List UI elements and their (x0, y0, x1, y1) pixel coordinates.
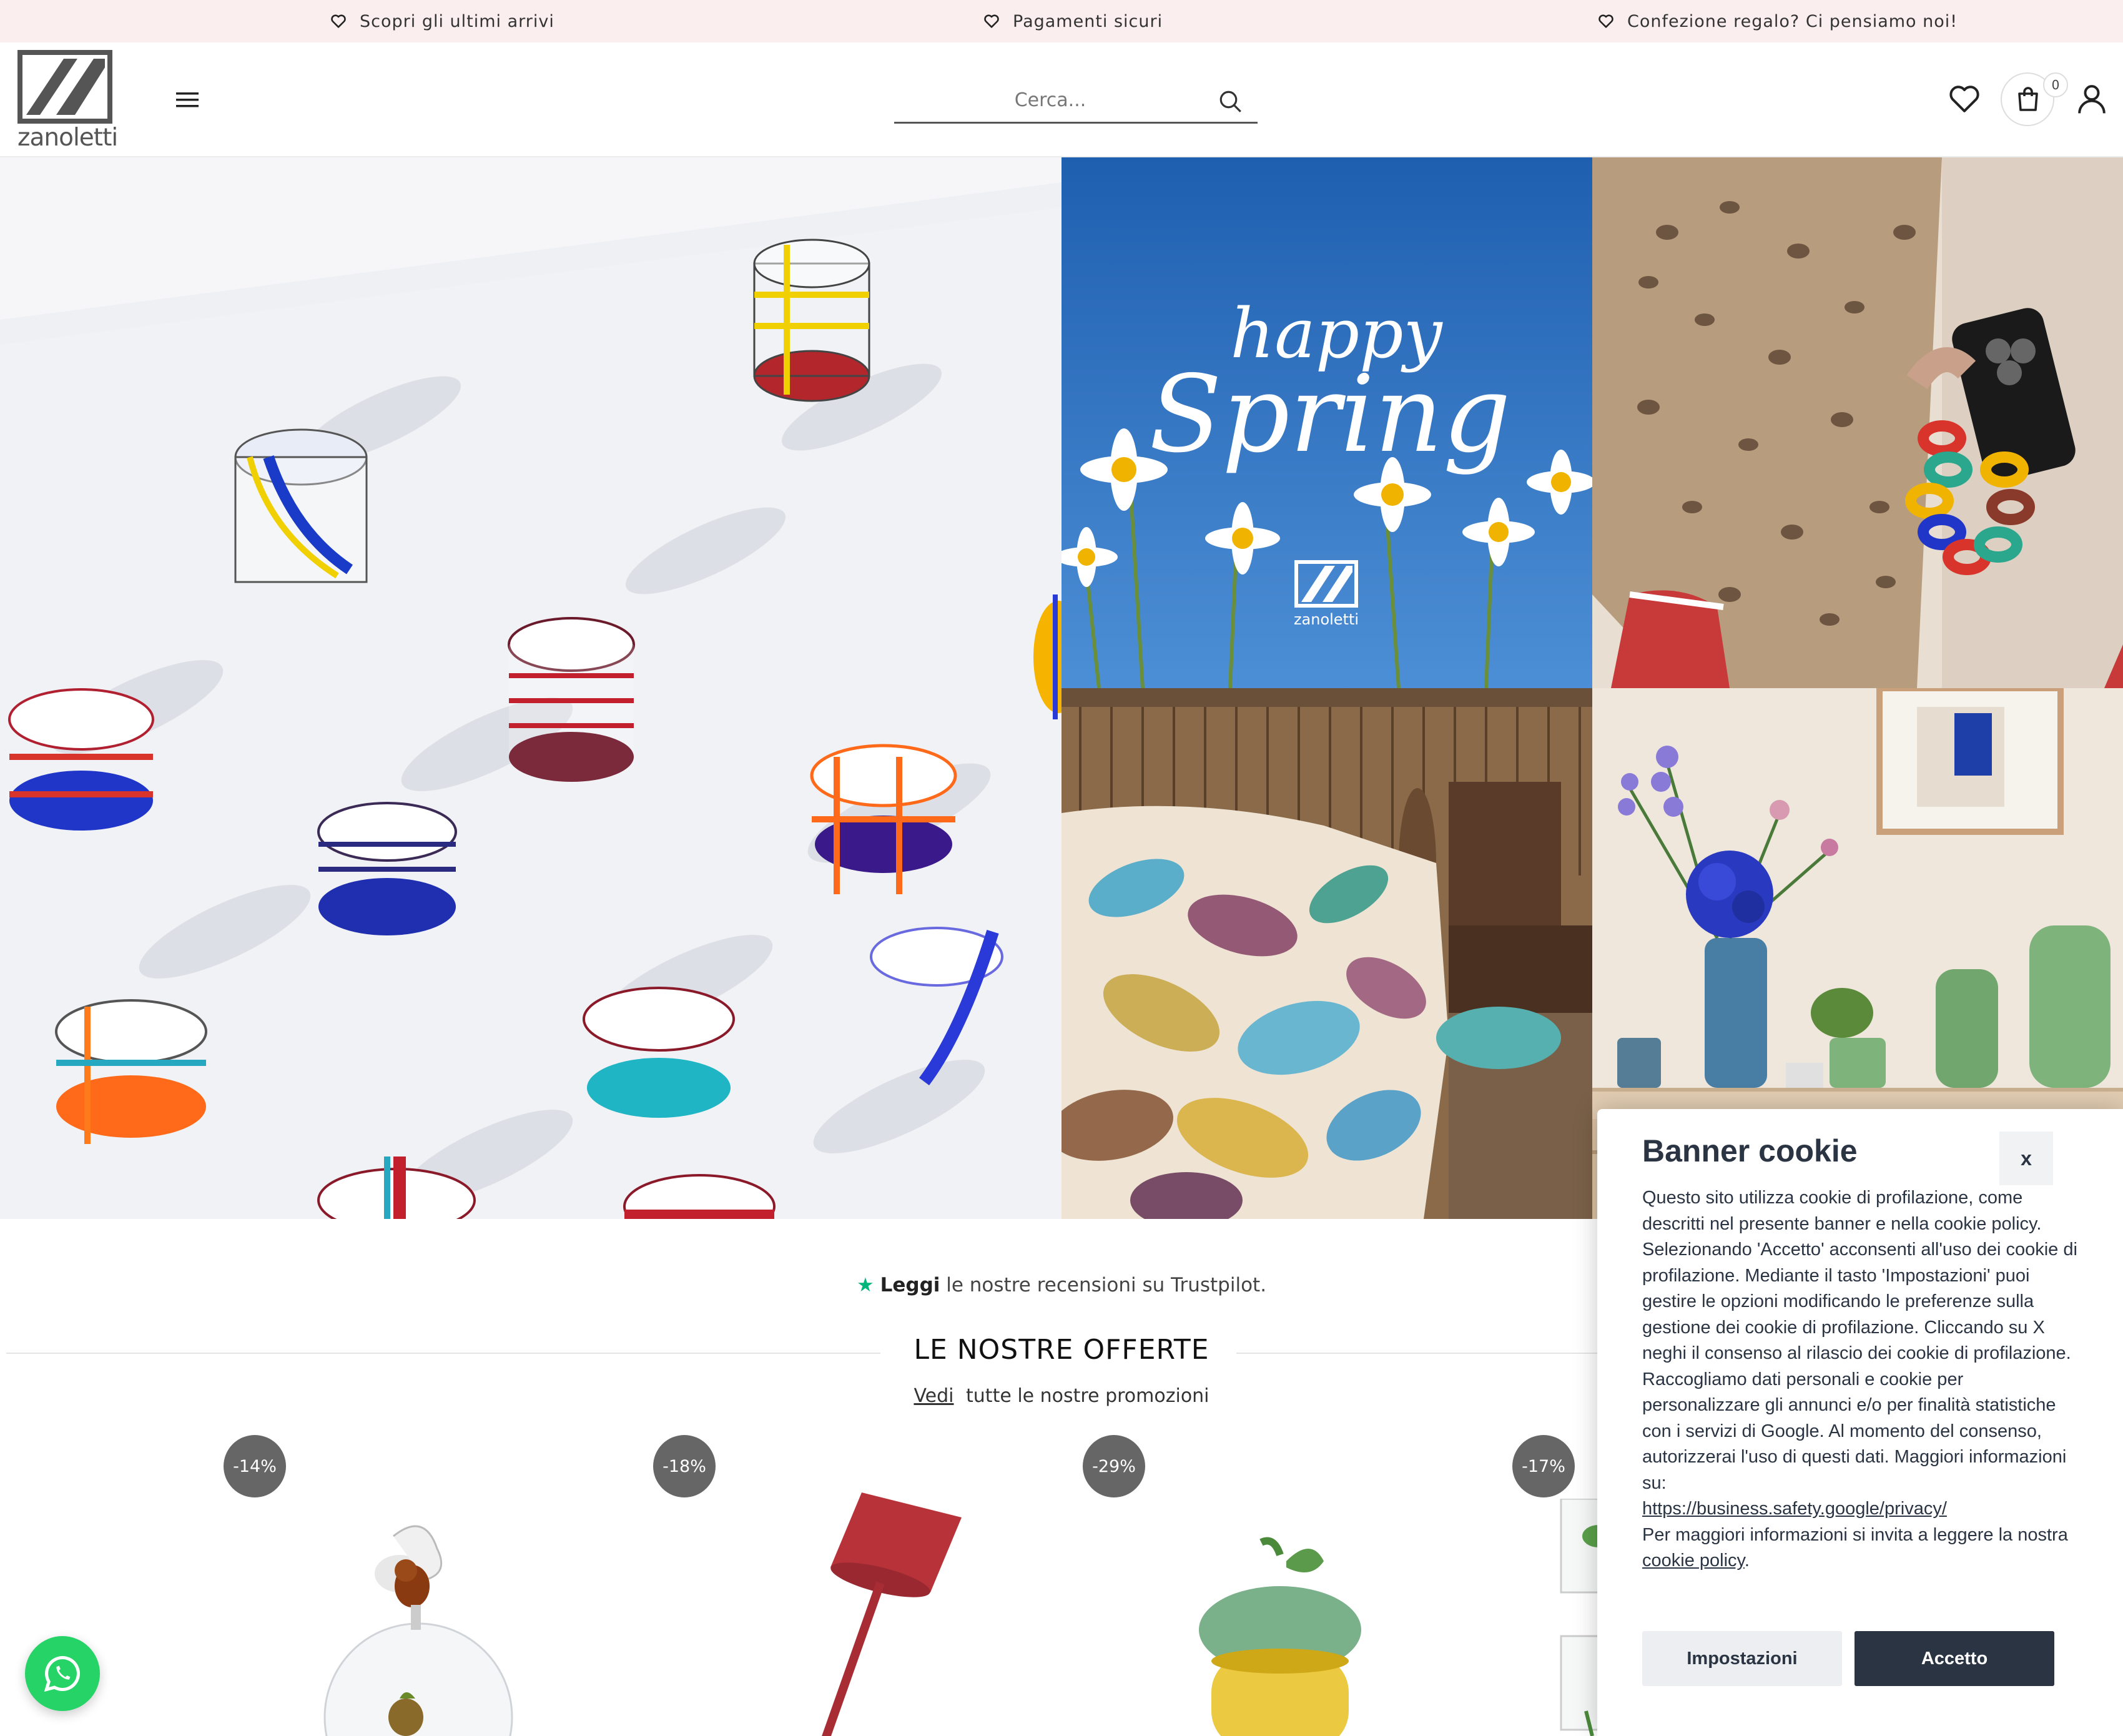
cookie-paragraph: Raccogliamo dati personali e cookie per … (1642, 1369, 2067, 1493)
announcement-bar: Scopri gli ultimi arrivi Pagamenti sicur… (0, 0, 2123, 42)
cookie-paragraph-text: Per maggiori informazioni si invita a le… (1642, 1524, 2068, 1545)
user-icon[interactable] (2074, 81, 2109, 116)
site-header: zanoletti 0 (0, 42, 2123, 157)
glass-acorn-jar-image (1199, 1537, 1361, 1736)
cookie-paragraph: Questo sito utilizza cookie di profilazi… (1642, 1188, 2077, 1363)
hero-tile-happy-spring[interactable]: happy Spring zanoletti (1062, 157, 1592, 688)
offers-section-title: LE NOSTRE OFFERTE (914, 1334, 1209, 1366)
announcement-text: Confezione regalo? Ci pensiamo noi! (1627, 11, 1958, 31)
colored-glasses-image (0, 157, 1062, 1219)
hero-tile-phone-chain[interactable] (1592, 157, 2123, 688)
cookie-paragraph-end: . (1744, 1551, 1750, 1571)
cart-count-badge: 0 (2043, 72, 2068, 97)
hero-tile-bedding[interactable] (1062, 688, 1592, 1219)
product-card-acorn-jar[interactable] (1174, 1536, 1386, 1736)
announcement-item[interactable]: Scopri gli ultimi arrivi (330, 10, 554, 32)
glass-ornament-squirrel-image (323, 1525, 513, 1736)
cookie-accept-button[interactable]: Accetto (1855, 1631, 2054, 1686)
hero-banner-glasses[interactable] (0, 157, 1062, 1219)
divider-left (6, 1353, 880, 1354)
cookie-close-button[interactable]: x (1999, 1132, 2053, 1185)
spring-logo-text: zanoletti (1294, 611, 1359, 628)
whatsapp-chat-button[interactable] (25, 1636, 100, 1711)
phone-chain-image (1592, 157, 2123, 688)
site-logo[interactable]: zanoletti (17, 50, 118, 152)
red-table-lamp-image (822, 1492, 962, 1736)
logo-wordmark: zanoletti (17, 124, 118, 152)
search-input[interactable] (894, 79, 1206, 121)
product-card-red-lamp[interactable] (749, 1480, 999, 1736)
product-card-squirrel-ornament[interactable] (300, 1511, 537, 1736)
discount-badge: -17% (1512, 1435, 1575, 1497)
happy-spring-image: happy Spring zanoletti (1062, 157, 1592, 688)
trustpilot-bold-text: Leggi (880, 1274, 940, 1296)
discount-badge: -29% (1083, 1435, 1145, 1497)
search-icon[interactable] (1218, 89, 1244, 115)
heart-icon (1598, 14, 1613, 28)
cookie-settings-button[interactable]: Impostazioni (1642, 1631, 1842, 1686)
google-privacy-link[interactable]: https://business.safety.google/privacy/ (1642, 1499, 1947, 1519)
wishlist-heart-icon[interactable] (1947, 81, 1982, 116)
discount-badge: -14% (224, 1435, 286, 1497)
see-all-offers-link[interactable]: Vedi (914, 1385, 953, 1407)
floral-bedding-image (1062, 688, 1592, 1219)
hamburger-menu-icon[interactable] (172, 87, 202, 112)
cookie-banner-title: Banner cookie (1642, 1133, 1858, 1168)
logo-mark-icon (17, 50, 112, 124)
trustpilot-text: le nostre recensioni su Trustpilot. (940, 1274, 1267, 1296)
announcement-item[interactable]: Confezione regalo? Ci pensiamo noi! (1597, 10, 1958, 32)
heart-icon (331, 14, 346, 28)
spring-line2: Spring (1149, 353, 1510, 476)
announcement-text: Scopri gli ultimi arrivi (360, 11, 554, 31)
announcement-text: Pagamenti sicuri (1013, 11, 1163, 31)
offers-subtitle-text: tutte le nostre promozioni (966, 1385, 1209, 1407)
discount-badge: -18% (653, 1435, 716, 1497)
search-bar (894, 79, 1258, 124)
heart-icon (984, 14, 999, 28)
cookie-policy-link[interactable]: cookie policy (1642, 1551, 1745, 1571)
cookie-banner-text: Questo sito utilizza cookie di profilazi… (1642, 1185, 2079, 1574)
cookie-banner: Banner cookie x Questo sito utilizza coo… (1597, 1109, 2123, 1736)
whatsapp-icon (44, 1655, 81, 1692)
shopping-bag-icon (2018, 87, 2038, 111)
offers-subtitle: Vedi tutte le nostre promozioni (812, 1385, 1311, 1407)
trustpilot-star-icon: ★ (856, 1274, 874, 1296)
announcement-item[interactable]: Pagamenti sicuri (983, 10, 1163, 32)
cookie-paragraph: Per maggiori informazioni si invita a le… (1642, 1522, 2079, 1574)
